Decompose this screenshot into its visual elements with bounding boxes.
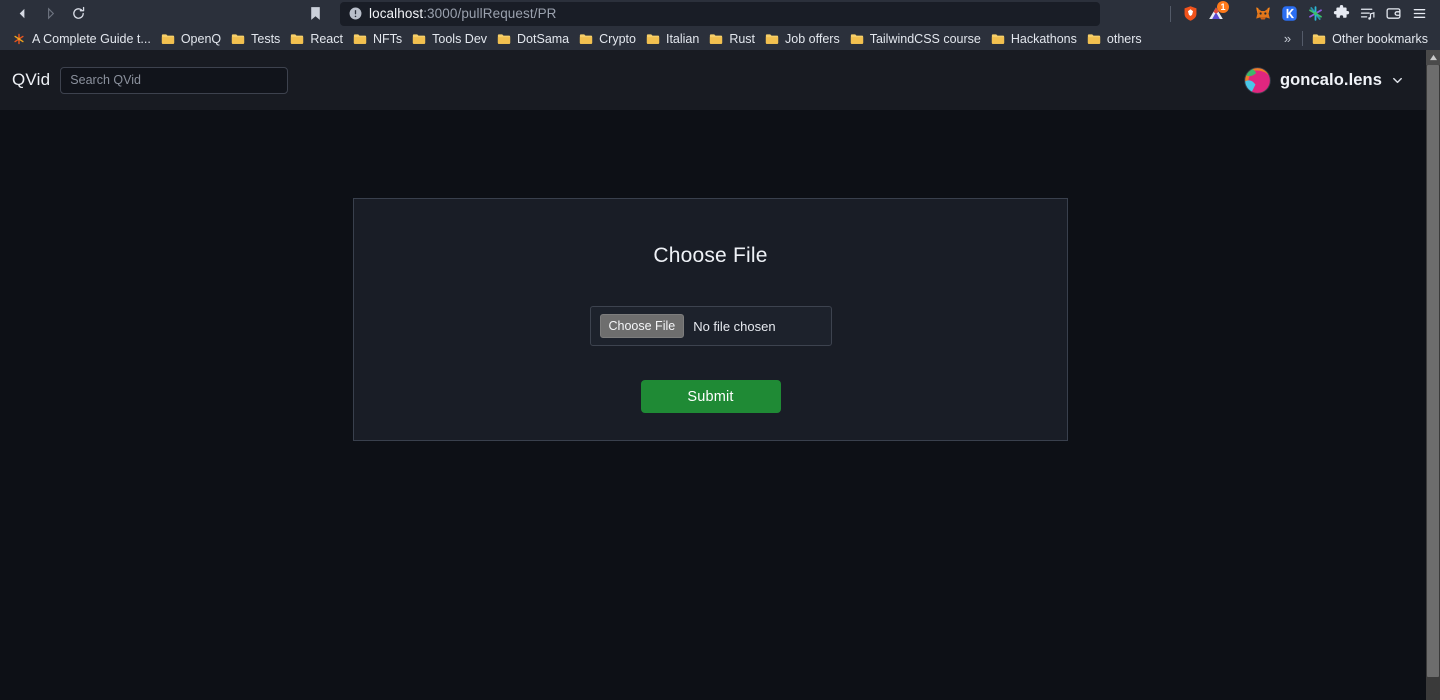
username-label: goncalo.lens xyxy=(1279,70,1382,89)
bookmark-label: Tools Dev xyxy=(432,31,488,46)
bookmarks-divider xyxy=(1302,31,1304,46)
bookmarks-bar: A Complete Guide t... OpenQ Tests React … xyxy=(0,27,1440,50)
page-title: Choose File xyxy=(653,244,768,267)
bookmark-label: others xyxy=(1106,31,1142,46)
bookmark-folder-hackathons[interactable]: Hackathons xyxy=(987,30,1083,48)
info-circle-icon[interactable] xyxy=(348,7,362,21)
asterisk-icon[interactable] xyxy=(1302,2,1328,26)
bookmark-label: OpenQ xyxy=(180,31,222,46)
brave-shield-icon[interactable] xyxy=(1177,2,1203,26)
url-host: localhost xyxy=(369,6,424,21)
avatar xyxy=(1244,66,1271,94)
folder-icon xyxy=(991,33,1004,44)
folder-icon xyxy=(850,33,863,44)
bookmarks-overflow-button[interactable]: » xyxy=(1278,31,1297,46)
wallet-icon[interactable] xyxy=(1380,2,1406,26)
scrollbar-thumb[interactable] xyxy=(1427,65,1439,677)
playlist-icon[interactable] xyxy=(1354,2,1380,26)
main-content: Choose File Choose File No file chosen S… xyxy=(0,110,1426,700)
bookmark-label: Crypto xyxy=(599,31,636,46)
bookmark-icon[interactable] xyxy=(306,5,324,23)
bookmark-label: TailwindCSS course xyxy=(869,31,981,46)
file-input[interactable]: Choose File No file chosen xyxy=(589,306,832,346)
toolbar-right-icons: 1 xyxy=(1164,0,1432,26)
bookmark-folder-rust[interactable]: Rust xyxy=(705,30,761,48)
bookmark-folder-others[interactable]: others xyxy=(1083,30,1148,48)
folder-icon xyxy=(413,33,426,44)
bookmark-folder-tests[interactable]: Tests xyxy=(227,30,286,48)
bookmark-label: React xyxy=(310,31,343,46)
upload-card: Choose File Choose File No file chosen S… xyxy=(353,198,1068,441)
reload-icon[interactable] xyxy=(64,2,92,26)
bookmark-label: NFTs xyxy=(372,31,403,46)
app-logo[interactable]: QVid xyxy=(8,70,60,90)
bookmark-item-guide[interactable]: A Complete Guide t... xyxy=(8,30,157,48)
back-arrow-icon[interactable] xyxy=(8,2,36,26)
puzzle-extensions-icon[interactable] xyxy=(1328,2,1354,26)
folder-icon xyxy=(353,33,367,44)
bookmark-folder-tools-dev[interactable]: Tools Dev xyxy=(408,30,493,48)
forward-arrow-icon xyxy=(36,2,64,26)
keplr-k-icon[interactable] xyxy=(1276,2,1302,26)
bookmark-label: A Complete Guide t... xyxy=(32,31,151,46)
bookmark-label: Rust xyxy=(729,31,756,46)
folder-icon xyxy=(710,33,723,44)
omnibox-wrapper: localhost:3000/pullRequest/PR xyxy=(92,1,1164,26)
folder-icon xyxy=(646,33,660,44)
folder-icon xyxy=(497,33,511,44)
bookmark-label: Hackathons xyxy=(1010,31,1077,46)
bookmark-label: DotSama xyxy=(517,31,570,46)
url-text: localhost:3000/pullRequest/PR xyxy=(369,6,557,21)
file-status-text: No file chosen xyxy=(693,318,776,334)
page-viewport: QVid goncalo.lens xyxy=(0,50,1440,700)
bookmark-folder-react[interactable]: React xyxy=(286,30,349,48)
choose-file-button[interactable]: Choose File xyxy=(599,313,685,339)
bookmark-folder-job-offers[interactable]: Job offers xyxy=(761,30,846,48)
bookmark-folder-nfts[interactable]: NFTs xyxy=(349,30,408,48)
bookmark-folder-openq[interactable]: OpenQ xyxy=(157,30,227,48)
user-menu[interactable]: goncalo.lens xyxy=(1244,66,1426,94)
toolbar-divider xyxy=(1170,5,1171,22)
metamask-fox-icon[interactable] xyxy=(1250,2,1276,26)
browser-chrome: localhost:3000/pullRequest/PR 1 A Comple… xyxy=(0,0,1440,50)
triangle-alert-icon[interactable]: 1 xyxy=(1203,0,1229,26)
submit-button[interactable]: Submit xyxy=(640,380,781,413)
bookmark-label: Job offers xyxy=(785,31,840,46)
folder-icon xyxy=(291,33,304,44)
scroll-up-arrow-icon[interactable] xyxy=(1426,50,1440,65)
bookmark-folder-tailwindcss-course[interactable]: TailwindCSS course xyxy=(846,30,987,48)
folder-icon xyxy=(232,33,245,44)
url-path: :3000/pullRequest/PR xyxy=(423,6,557,21)
folder-icon xyxy=(580,33,593,44)
other-bookmarks-label: Other bookmarks xyxy=(1332,31,1428,46)
folder-icon xyxy=(161,33,174,44)
folder-icon xyxy=(765,33,779,44)
hamburger-menu-icon[interactable] xyxy=(1406,2,1432,26)
address-bar[interactable]: localhost:3000/pullRequest/PR xyxy=(340,1,1100,26)
bookmark-label: Italian xyxy=(665,31,700,46)
chevron-down-icon[interactable] xyxy=(1391,74,1404,87)
app-header: QVid goncalo.lens xyxy=(0,50,1426,110)
search-input[interactable] xyxy=(60,66,289,94)
bookmark-folder-italian[interactable]: Italian xyxy=(642,30,705,48)
folder-icon xyxy=(1087,33,1101,44)
bookmark-folder-crypto[interactable]: Crypto xyxy=(575,30,642,48)
browser-toolbar: localhost:3000/pullRequest/PR 1 xyxy=(0,0,1440,27)
other-bookmarks-folder[interactable]: Other bookmarks xyxy=(1308,30,1434,48)
bookmark-folder-dotsama[interactable]: DotSama xyxy=(493,30,575,48)
page-scrollbar[interactable] xyxy=(1426,50,1440,700)
folder-icon xyxy=(1313,33,1326,44)
asterisk-icon xyxy=(14,33,24,44)
bookmark-label: Tests xyxy=(251,31,281,46)
notification-badge: 1 xyxy=(1217,0,1229,13)
